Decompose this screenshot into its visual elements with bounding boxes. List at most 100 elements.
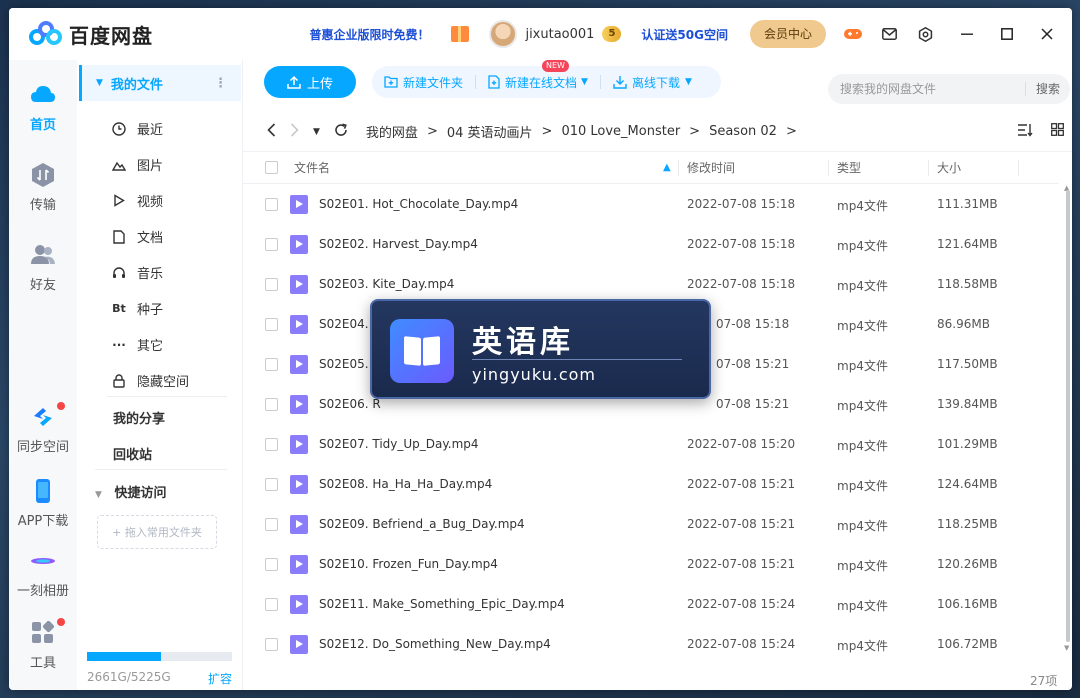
album-icon — [31, 558, 55, 564]
file-name[interactable]: S02E12. Do_Something_New_Day.mp4 — [319, 637, 551, 651]
nav-item-music[interactable]: 音乐 — [111, 263, 163, 282]
table-row[interactable]: S02E03. Kite_Day.mp4 2022-07-08 15:18 mp… — [243, 264, 1059, 304]
nav-item-hidden-space[interactable]: 隐藏空间 — [111, 371, 189, 390]
nav-my-share[interactable]: 我的分享 — [113, 408, 165, 427]
column-header-size[interactable]: 大小 — [937, 159, 961, 176]
search-button[interactable]: 搜索 — [1024, 82, 1070, 96]
offline-download-button[interactable]: 离线下载 ▼ — [601, 66, 704, 98]
upload-button[interactable]: 上传 — [264, 66, 356, 98]
column-header-time[interactable]: 修改时间 — [687, 159, 735, 176]
file-name[interactable]: S02E03. Kite_Day.mp4 — [319, 277, 454, 291]
collapse-triangle-icon[interactable]: ▼ — [96, 78, 103, 88]
new-online-doc-button[interactable]: 新建在线文档 ▼ NEW — [476, 60, 600, 98]
breadcrumb-item[interactable]: Season 02 — [709, 124, 777, 139]
doc-plus-icon — [488, 75, 500, 89]
video-file-icon — [290, 475, 308, 494]
table-row[interactable]: S02E10. Frozen_Fun_Day.mp4 2022-07-08 15… — [243, 544, 1059, 584]
grid-view-icon[interactable] — [1051, 122, 1064, 141]
row-checkbox[interactable] — [265, 478, 278, 491]
breadcrumb-item[interactable]: 04 英语动画片 — [447, 122, 533, 141]
gamepad-icon[interactable] — [844, 25, 862, 43]
avatar[interactable] — [489, 20, 518, 48]
column-divider — [828, 160, 829, 176]
rail-item-app-download[interactable]: APP下载 — [9, 478, 77, 529]
drag-folder-dropzone[interactable]: + 拖入常用文件夹 — [97, 515, 217, 549]
row-checkbox[interactable] — [265, 638, 278, 651]
row-checkbox[interactable] — [265, 438, 278, 451]
file-name[interactable]: S02E01. Hot_Chocolate_Day.mp4 — [319, 197, 518, 211]
table-row[interactable]: S02E12. Do_Something_New_Day.mp4 2022-07… — [243, 624, 1059, 664]
nav-item-recent[interactable]: 最近 — [111, 119, 163, 138]
expand-storage-link[interactable]: 扩容 — [208, 670, 232, 687]
new-folder-button[interactable]: 新建文件夹 — [372, 66, 475, 98]
nav-item-videos[interactable]: 视频 — [111, 191, 163, 210]
promo-link[interactable]: 普惠企业版限时免费！ — [309, 26, 429, 43]
rail-item-tools[interactable]: 工具 — [9, 618, 77, 671]
storage-quota-fill — [87, 652, 161, 661]
history-dropdown-icon[interactable]: ▼ — [313, 127, 320, 137]
file-name[interactable]: S02E09. Befriend_a_Bug_Day.mp4 — [319, 517, 525, 531]
mail-icon[interactable] — [880, 25, 898, 43]
nav-quick-access[interactable]: ▼ 快捷访问 — [95, 482, 166, 501]
sort-order-icon[interactable] — [1017, 123, 1033, 141]
file-type: mp4文件 — [837, 199, 888, 213]
breadcrumb-item[interactable]: 我的网盘 — [366, 122, 418, 141]
rail-item-home[interactable]: 首页 — [9, 82, 77, 133]
file-name[interactable]: S02E02. Harvest_Day.mp4 — [319, 237, 478, 251]
file-size: 120.26MB — [937, 557, 998, 571]
search-input[interactable] — [828, 82, 1025, 96]
row-checkbox[interactable] — [265, 238, 278, 251]
nav-item-images[interactable]: 图片 — [111, 155, 163, 174]
file-name[interactable]: S02E07. Tidy_Up_Day.mp4 — [319, 437, 479, 451]
file-name[interactable]: S02E08. Ha_Ha_Ha_Day.mp4 — [319, 477, 492, 491]
file-name[interactable]: S02E11. Make_Something_Epic_Day.mp4 — [319, 597, 565, 611]
username[interactable]: jixutao001 — [525, 27, 594, 42]
refresh-icon[interactable] — [334, 122, 348, 141]
rail-item-sync[interactable]: 同步空间 — [9, 402, 77, 455]
sort-ascending-icon[interactable]: ▲ — [663, 162, 671, 173]
nav-my-files[interactable]: ▼ 我的文件 ⋮ — [79, 65, 241, 101]
nav-item-others[interactable]: ··· 其它 — [111, 335, 163, 355]
scroll-down-arrow-icon[interactable]: ▼ — [1064, 644, 1069, 652]
row-checkbox[interactable] — [265, 598, 278, 611]
table-row[interactable]: S02E07. Tidy_Up_Day.mp4 2022-07-08 15:20… — [243, 424, 1059, 464]
nav-item-documents[interactable]: 文档 — [111, 227, 163, 246]
settings-gear-icon[interactable] — [916, 25, 934, 43]
row-checkbox[interactable] — [265, 358, 278, 371]
row-checkbox[interactable] — [265, 558, 278, 571]
row-checkbox[interactable] — [265, 518, 278, 531]
breadcrumb-item[interactable]: 010 Love_Monster — [561, 124, 680, 139]
back-arrow-icon[interactable] — [267, 122, 276, 141]
file-name[interactable]: S02E06. R — [319, 397, 381, 411]
forward-arrow-icon[interactable] — [290, 122, 299, 141]
scrollbar-thumb[interactable] — [1066, 190, 1070, 642]
row-checkbox[interactable] — [265, 278, 278, 291]
more-vertical-icon[interactable]: ⋮ — [214, 76, 227, 91]
table-row[interactable]: S02E09. Befriend_a_Bug_Day.mp4 2022-07-0… — [243, 504, 1059, 544]
nav-recycle-bin[interactable]: 回收站 — [113, 444, 152, 463]
member-center-button[interactable]: 会员中心 — [749, 20, 826, 48]
table-row[interactable]: S02E01. Hot_Chocolate_Day.mp4 2022-07-08… — [243, 184, 1059, 224]
column-header-type[interactable]: 类型 — [837, 159, 861, 176]
rail-item-friends[interactable]: 好友 — [9, 242, 77, 293]
gift-icon[interactable] — [451, 26, 470, 42]
rail-label-app-download: APP下载 — [17, 514, 69, 529]
file-name[interactable]: S02E10. Frozen_Fun_Day.mp4 — [319, 557, 498, 571]
column-divider — [928, 160, 929, 176]
minimize-icon[interactable] — [960, 27, 974, 41]
certify-link[interactable]: 认证送50G空间 — [641, 26, 728, 43]
table-row[interactable]: S02E02. Harvest_Day.mp4 2022-07-08 15:18… — [243, 224, 1059, 264]
collapse-triangle-icon[interactable]: ▼ — [95, 490, 102, 500]
column-header-name[interactable]: 文件名 — [294, 159, 330, 176]
row-checkbox[interactable] — [265, 198, 278, 211]
table-row[interactable]: S02E08. Ha_Ha_Ha_Day.mp4 2022-07-08 15:2… — [243, 464, 1059, 504]
rail-item-album[interactable]: 一刻相册 — [9, 548, 77, 599]
nav-item-torrents[interactable]: Bt 种子 — [111, 299, 163, 318]
row-checkbox[interactable] — [265, 318, 278, 331]
select-all-checkbox[interactable] — [265, 161, 278, 174]
rail-item-transfer[interactable]: 传输 — [9, 162, 77, 213]
row-checkbox[interactable] — [265, 398, 278, 411]
close-icon[interactable] — [1040, 27, 1054, 41]
table-row[interactable]: S02E11. Make_Something_Epic_Day.mp4 2022… — [243, 584, 1059, 624]
maximize-icon[interactable] — [1000, 27, 1014, 41]
